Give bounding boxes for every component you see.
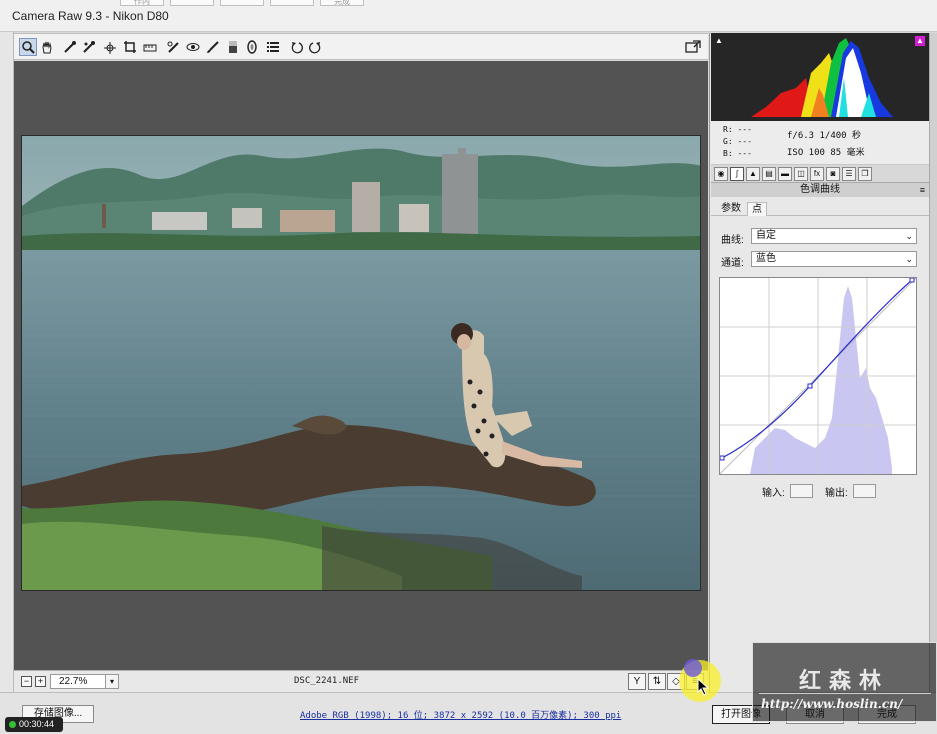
hsl-tab-icon[interactable]: ▤: [762, 167, 776, 181]
iso-info: ISO 100 85 毫米: [787, 148, 865, 158]
graduated-filter-icon[interactable]: [224, 38, 242, 56]
b-readout: B: ---: [723, 149, 752, 158]
mouse-cursor-icon: [697, 677, 711, 701]
ghost-tab: [170, 0, 214, 6]
histogram: ▲ ▲: [711, 33, 929, 121]
zoom-select[interactable]: 22.7% ▾: [50, 674, 119, 689]
timer-text: 00:30:44: [19, 719, 55, 729]
spot-removal-icon[interactable]: [164, 38, 182, 56]
curve-subtabs: 参数 点: [711, 200, 929, 216]
curve-select-value: 自定: [756, 230, 776, 241]
ghost-tab: 作内: [120, 0, 164, 6]
zoom-value: 22.7%: [59, 676, 88, 687]
zoom-in-button[interactable]: +: [35, 676, 46, 687]
swap-settings-icon[interactable]: ⇅: [648, 673, 666, 690]
input-label: 输入:: [762, 488, 785, 499]
effects-tab-icon[interactable]: fx: [810, 167, 824, 181]
before-after-y-icon[interactable]: Y: [628, 673, 646, 690]
histogram-graph: [751, 38, 893, 117]
color-sampler-icon[interactable]: [80, 38, 98, 56]
right-edge: [929, 33, 937, 692]
panel-tabs: ◉ ∫ ▲ ▤ ▬ ◫ fx ◙ ☰ ❐: [711, 165, 929, 183]
recording-timer: 00:30:44: [5, 717, 63, 732]
red-eye-icon[interactable]: [184, 38, 202, 56]
toolbar: [14, 33, 708, 60]
preview-area[interactable]: [14, 61, 708, 670]
zoom-out-button[interactable]: −: [21, 676, 32, 687]
camera-info: R: --- G: --- B: --- f/6.3 1/400 秒 ISO 1…: [711, 121, 929, 165]
watermark-url: http://www.hoslin.cn/: [761, 697, 903, 711]
presets-tab-icon[interactable]: ☰: [842, 167, 856, 181]
panel-title-text: 色调曲线: [800, 184, 840, 195]
basic-tab-icon[interactable]: ◉: [714, 167, 728, 181]
tone-curve-editor[interactable]: [719, 277, 917, 475]
panel-title: 色调曲线 ≡: [711, 183, 929, 197]
r-readout: R: ---: [723, 125, 752, 134]
adjustment-brush-icon[interactable]: [204, 38, 222, 56]
left-edge: [0, 32, 14, 694]
file-name: DSC_2241.NEF: [294, 676, 360, 686]
chevron-down-icon[interactable]: ▾: [105, 674, 119, 689]
white-balance-eyedropper-icon[interactable]: [61, 38, 79, 56]
hand-tool-icon[interactable]: [38, 38, 56, 56]
ghost-tab: [220, 0, 264, 6]
rotate-right-icon[interactable]: [306, 38, 324, 56]
g-readout: G: ---: [723, 137, 752, 146]
lake-scene: [22, 136, 700, 590]
rotate-left-icon[interactable]: [288, 38, 306, 56]
title-bar: 作内 完成 Camera Raw 9.3 - Nikon D80: [0, 0, 937, 32]
chevron-down-icon: ⌄: [905, 254, 913, 264]
tab-point[interactable]: 点: [747, 202, 767, 216]
watermark: 红森林 http://www.hoslin.cn/: [752, 642, 937, 722]
watermark-divider: [759, 693, 931, 694]
split-toning-tab-icon[interactable]: ▬: [778, 167, 792, 181]
workflow-options-link[interactable]: Adobe RGB (1998); 16 位; 3872 x 2592 (10.…: [300, 708, 621, 721]
curve-label: 曲线:: [721, 235, 744, 246]
click-indicator: [684, 659, 702, 677]
radial-filter-icon[interactable]: [243, 38, 261, 56]
crop-icon[interactable]: [121, 38, 139, 56]
straighten-icon[interactable]: [141, 38, 159, 56]
detail-tab-icon[interactable]: ▲: [746, 167, 760, 181]
ghost-tab: [270, 0, 314, 6]
channel-select-value: 蓝色: [756, 253, 776, 264]
targeted-adjustment-icon[interactable]: [100, 38, 118, 56]
chevron-down-icon: ⌄: [905, 231, 913, 241]
ghost-tab: 完成: [320, 0, 364, 6]
watermark-name: 红森林: [799, 668, 890, 694]
snapshots-tab-icon[interactable]: ❐: [858, 167, 872, 181]
input-field[interactable]: [790, 484, 813, 498]
channel-label: 通道:: [721, 258, 744, 269]
output-field[interactable]: [853, 484, 876, 498]
preview-image[interactable]: [21, 135, 701, 591]
channel-select[interactable]: 蓝色 ⌄: [751, 251, 917, 267]
tone-curve-tab-icon[interactable]: ∫: [730, 167, 744, 181]
recording-dot-icon: [9, 721, 16, 728]
ghost-tabs: 作内 完成: [120, 0, 364, 6]
tab-parametric[interactable]: 参数: [717, 202, 745, 216]
status-bar: − + 22.7% ▾ DSC_2241.NEF Y ⇅ ◇ ≡: [14, 670, 708, 692]
window-title: Camera Raw 9.3 - Nikon D80: [12, 9, 169, 23]
zoom-tool-icon[interactable]: [19, 38, 37, 56]
preferences-icon[interactable]: [264, 38, 282, 56]
panel-menu-icon[interactable]: ≡: [920, 183, 925, 197]
right-panel: ▲ ▲ R: --- G: --- B: --- f/6.3 1/400 秒 I…: [709, 33, 929, 692]
camera-calibration-tab-icon[interactable]: ◙: [826, 167, 840, 181]
exposure-info: f/6.3 1/400 秒: [787, 131, 862, 141]
curve-select[interactable]: 自定 ⌄: [751, 228, 917, 244]
fullscreen-icon[interactable]: [684, 38, 702, 56]
tone-curve-graph: [719, 277, 917, 475]
output-label: 输出:: [825, 488, 848, 499]
lens-tab-icon[interactable]: ◫: [794, 167, 808, 181]
